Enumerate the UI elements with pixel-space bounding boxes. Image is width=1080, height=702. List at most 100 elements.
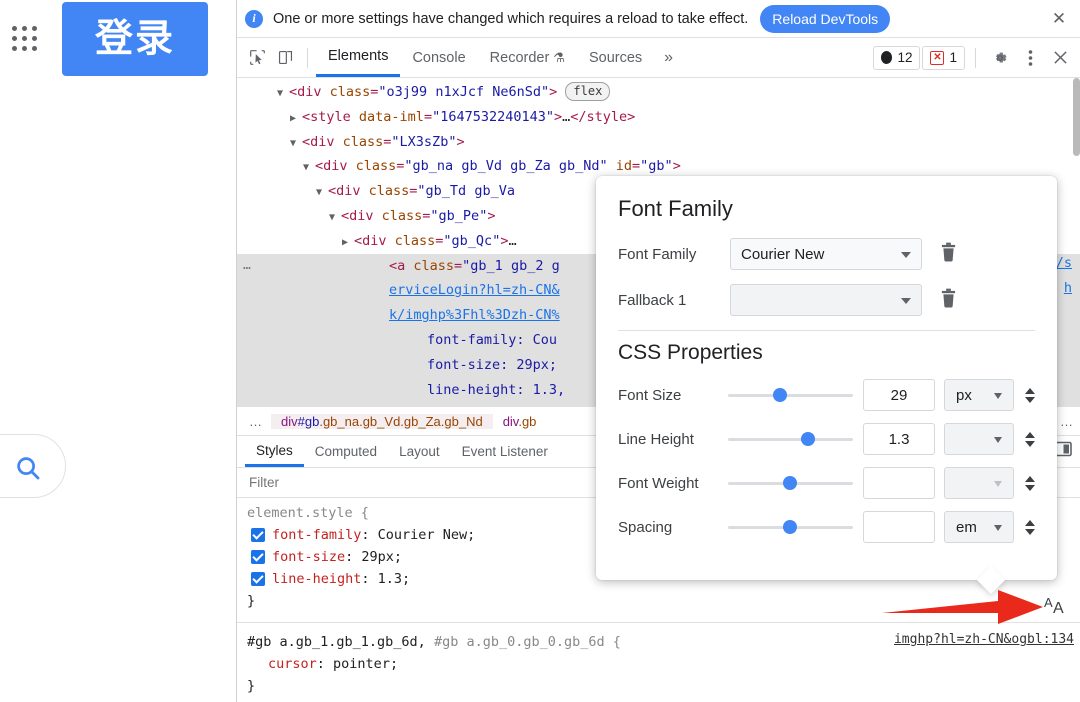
font-family-select[interactable]: Courier New (730, 238, 922, 270)
selector-unmatched[interactable]: #gb a.gb_0.gb_0.gb_6d { (434, 634, 621, 650)
search-pill[interactable] (0, 434, 66, 498)
expand-triangle-icon[interactable]: ▼ (316, 181, 328, 206)
css-rule-source-link[interactable]: imghp?hl=zh-CN&ogbl:134 (894, 629, 1074, 651)
declaration-checkbox[interactable] (251, 550, 265, 564)
declaration-value[interactable]: Courier New; (378, 527, 476, 543)
css-properties-title: CSS Properties (618, 341, 763, 364)
font-size-input[interactable]: 29 (863, 379, 935, 411)
font-size-unit-select[interactable]: px (944, 379, 1014, 411)
spacing-unit-select[interactable]: em (944, 511, 1014, 543)
stepper-up-icon[interactable] (1025, 431, 1035, 438)
expand-triangle-icon[interactable]: ▼ (329, 206, 341, 231)
slider-knob[interactable] (783, 520, 797, 534)
font-weight-slider[interactable] (728, 473, 853, 493)
node-url-fragment-2: h (1063, 280, 1072, 296)
force-state-ellipsis[interactable]: … (243, 254, 252, 279)
tab-recorder[interactable]: Recorder ⚗ (478, 38, 577, 77)
declaration-name[interactable]: font-size (272, 549, 345, 565)
line-height-unit-select[interactable] (944, 423, 1014, 455)
more-vertical-icon[interactable] (1016, 45, 1044, 71)
inspect-cursor-icon[interactable] (243, 45, 271, 71)
css-rule-close-brace: } (247, 678, 256, 694)
declaration-value[interactable]: 1.3; (378, 571, 411, 587)
dom-node-row[interactable]: ▶ <style data-iml="1647532240143">…</styl… (237, 105, 1080, 130)
error-count-label: 1 (949, 50, 957, 65)
tab-sources[interactable]: Sources (577, 38, 654, 77)
spacing-slider[interactable] (728, 517, 853, 537)
declaration-value[interactable]: pointer; (333, 656, 398, 672)
fallback-select[interactable] (730, 284, 922, 316)
font-weight-stepper[interactable] (1025, 475, 1035, 491)
breadcrumb-item[interactable]: div.gb (493, 414, 547, 429)
node-url-part[interactable]: erviceLogin?hl=zh-CN& (389, 282, 560, 298)
delete-font-family-icon[interactable] (940, 242, 957, 267)
font-editor-toggle-small-a: A (1044, 595, 1053, 610)
declaration-value[interactable]: 29px; (361, 549, 402, 565)
font-size-stepper[interactable] (1025, 387, 1035, 403)
expand-triangle-icon[interactable]: ▼ (277, 82, 289, 107)
stepper-up-icon[interactable] (1025, 475, 1035, 482)
dom-node-row[interactable]: ▼ <div class="o3j99 n1xJcf Ne6nSd"> flex (237, 80, 1080, 105)
breadcrumb-right-ellipsis[interactable]: … (1060, 414, 1074, 429)
tab-layout[interactable]: Layout (388, 436, 451, 467)
expand-triangle-icon[interactable]: ▼ (290, 132, 302, 157)
tab-event-listeners-label: Event Listener (461, 444, 548, 459)
chevron-down-icon (901, 298, 911, 304)
slider-knob[interactable] (773, 388, 787, 402)
device-toolbar-icon[interactable] (271, 45, 299, 71)
line-height-slider[interactable] (728, 429, 853, 449)
css-rule-gb-anchor[interactable]: #gb a.gb_1.gb_1.gb_6d, #gb a.gb_0.gb_0.g… (237, 622, 1080, 702)
declaration-checkbox[interactable] (251, 572, 265, 586)
chevron-down-icon (994, 481, 1002, 487)
delete-fallback-icon[interactable] (940, 288, 957, 313)
breadcrumb-item[interactable]: div#gb.gb_na.gb_Vd.gb_Za.gb_Nd (271, 413, 493, 429)
tab-styles[interactable]: Styles (245, 436, 304, 467)
message-count-badge[interactable]: 12 (873, 45, 921, 70)
dom-tree-scrollbar[interactable] (1073, 78, 1080, 156)
stepper-down-icon[interactable] (1025, 440, 1035, 447)
tab-computed[interactable]: Computed (304, 436, 388, 467)
spacing-stepper[interactable] (1025, 519, 1035, 535)
devtools-toolbar: Elements Console Recorder ⚗ Sources » 12… (237, 38, 1080, 78)
error-count-badge[interactable]: ✕ 1 (922, 45, 965, 70)
flex-badge[interactable]: flex (565, 82, 611, 101)
dom-node-row[interactable]: ▼ <div class="LX3sZb"> (237, 130, 1080, 155)
declaration-name[interactable]: line-height (272, 571, 361, 587)
stepper-up-icon[interactable] (1025, 387, 1035, 394)
breadcrumb-overflow-ellipsis[interactable]: … (241, 414, 271, 429)
tab-console[interactable]: Console (400, 38, 477, 77)
declaration-name[interactable]: font-family (272, 527, 361, 543)
spacing-input[interactable] (863, 511, 935, 543)
font-weight-unit-select[interactable] (944, 467, 1014, 499)
slider-knob[interactable] (783, 476, 797, 490)
css-declaration[interactable]: cursor: pointer; (247, 653, 1070, 675)
stepper-down-icon[interactable] (1025, 528, 1035, 535)
tab-recorder-label: Recorder (489, 49, 550, 66)
gear-icon[interactable] (986, 45, 1014, 71)
stepper-down-icon[interactable] (1025, 396, 1035, 403)
apps-grid-icon[interactable] (8, 22, 42, 56)
expand-triangle-icon[interactable]: ▶ (342, 231, 354, 256)
declaration-name[interactable]: cursor (268, 656, 317, 672)
tab-elements[interactable]: Elements (316, 38, 401, 77)
login-button[interactable]: 登录 (62, 2, 208, 76)
expand-triangle-icon[interactable]: ▼ (303, 156, 315, 181)
declaration-checkbox[interactable] (251, 528, 265, 542)
selector-matched[interactable]: #gb a.gb_1.gb_1.gb_6d, (247, 634, 426, 650)
line-height-input[interactable]: 1.3 (863, 423, 935, 455)
more-tabs-button[interactable]: » (654, 49, 683, 67)
reload-devtools-button[interactable]: Reload DevTools (760, 4, 891, 33)
infobar-close-icon[interactable]: ✕ (1050, 9, 1068, 29)
font-size-slider[interactable] (728, 385, 853, 405)
message-dot-icon (881, 51, 893, 64)
expand-triangle-icon[interactable]: ▶ (290, 107, 302, 132)
line-height-stepper[interactable] (1025, 431, 1035, 447)
close-icon[interactable] (1046, 45, 1074, 71)
slider-knob[interactable] (800, 432, 815, 446)
node-url-part[interactable]: k/imghp%3Fhl%3Dzh-CN% (389, 307, 560, 323)
stepper-down-icon[interactable] (1025, 484, 1035, 491)
font-editor-toggle-button[interactable]: A A (1044, 595, 1072, 619)
font-weight-input[interactable] (863, 467, 935, 499)
tab-event-listeners[interactable]: Event Listener (451, 436, 559, 467)
stepper-up-icon[interactable] (1025, 519, 1035, 526)
